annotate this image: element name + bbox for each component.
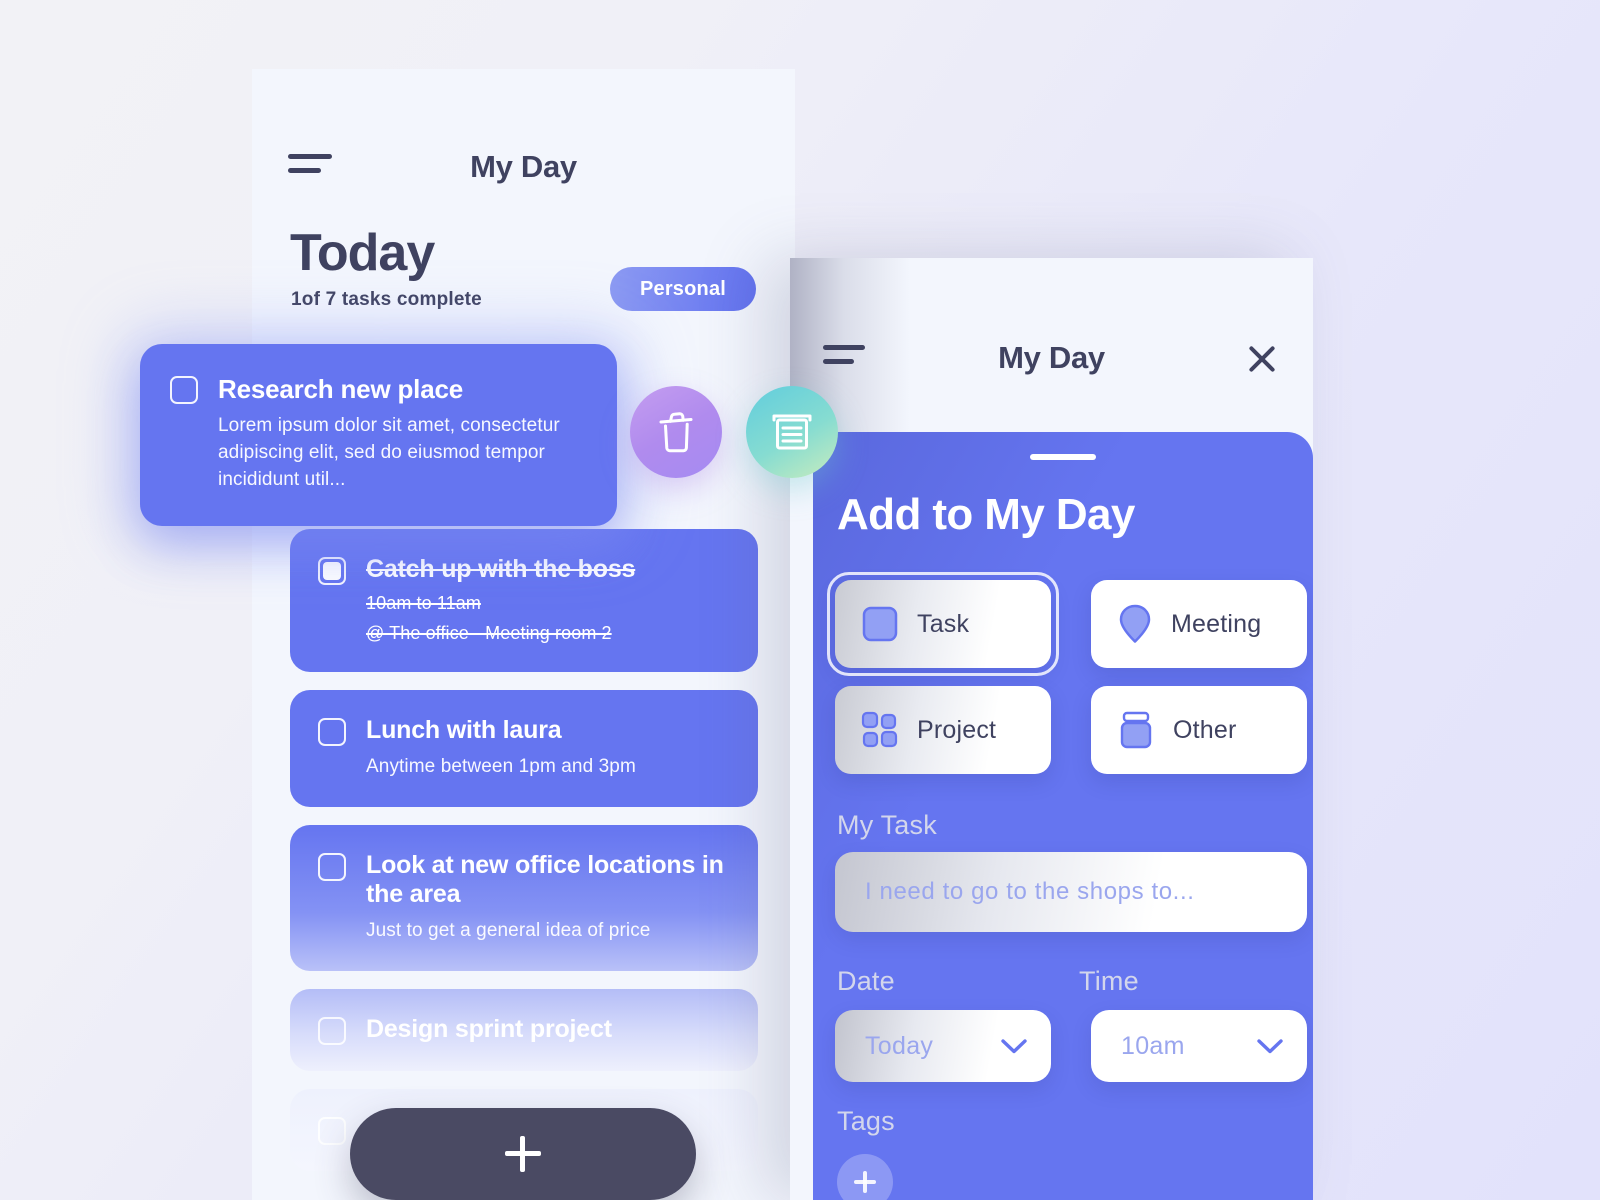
time-select[interactable]: 10am [1091, 1010, 1307, 1082]
add-to-my-day-screen: My Day Add to My Day Task Meeting Projec… [790, 258, 1313, 1200]
chevron-down-icon [1257, 1038, 1283, 1053]
table-row[interactable]: Lunch with laura Anytime between 1pm and… [290, 690, 758, 807]
category-pill[interactable]: Personal [610, 267, 756, 311]
task-title: Look at new office locations in the area [366, 850, 724, 909]
type-selector: Task Meeting Project Other [827, 572, 1307, 774]
plus-icon [854, 1171, 876, 1193]
task-checkbox[interactable] [318, 852, 346, 881]
archive-icon [772, 414, 812, 450]
close-icon[interactable] [1245, 342, 1279, 376]
task-input-placeholder: I need to go to the shops to... [865, 878, 1195, 905]
type-label: Project [917, 715, 997, 744]
chevron-down-icon [1001, 1038, 1027, 1053]
task-checkbox[interactable] [318, 718, 346, 747]
task-checkbox[interactable] [318, 557, 346, 585]
date-label: Date [837, 966, 895, 996]
task-title: Catch up with the boss [366, 555, 636, 583]
add-sheet: Add to My Day Task Meeting Project Other… [813, 432, 1313, 1200]
task-checkbox[interactable] [318, 1016, 346, 1045]
table-row[interactable]: Design sprint project [290, 988, 758, 1071]
progress-text: 1of 7 tasks complete [291, 289, 482, 310]
map-pin-icon [1119, 604, 1151, 643]
add-task-button[interactable] [350, 1108, 696, 1200]
grid-icon [861, 711, 898, 748]
plus-icon [505, 1136, 541, 1172]
my-day-list-screen: My Day Today 1of 7 tasks complete Person… [252, 69, 795, 1200]
type-label: Task [917, 609, 970, 638]
task-title: Lunch with laura [366, 716, 562, 745]
page-title: My Day [998, 340, 1105, 375]
task-list: Catch up with the boss 10am to 11am @ Th… [290, 529, 758, 1189]
task-input[interactable]: I need to go to the shops to... [835, 852, 1307, 932]
table-row[interactable]: Catch up with the boss 10am to 11am @ Th… [290, 529, 758, 673]
type-option-meeting[interactable]: Meeting [1091, 580, 1307, 668]
canvas: My Day Today 1of 7 tasks complete Person… [0, 0, 1600, 1200]
task-title: Research new place [218, 374, 463, 404]
page-title: My Day [470, 149, 577, 184]
task-subtitle: Just to get a general idea of price [366, 919, 651, 941]
time-label: Time [1079, 966, 1139, 996]
task-subtitle: Anytime between 1pm and 3pm [366, 755, 636, 777]
type-option-task[interactable]: Task [827, 572, 1059, 676]
my-task-label: My Task [837, 810, 937, 840]
today-heading: Today [290, 224, 435, 282]
task-checkbox[interactable] [170, 376, 198, 404]
archive-button[interactable] [746, 386, 838, 478]
date-select[interactable]: Today [835, 1010, 1051, 1082]
task-time: 10am to 11am [366, 592, 481, 613]
sheet-drag-handle[interactable] [1030, 454, 1096, 460]
table-row[interactable]: Look at new office locations in the area… [290, 824, 758, 971]
delete-button[interactable] [630, 386, 722, 478]
date-value: Today [865, 1031, 934, 1060]
task-checkbox[interactable] [318, 1116, 346, 1145]
type-label: Meeting [1171, 609, 1262, 638]
square-icon [862, 606, 898, 642]
trash-icon [659, 412, 693, 453]
box-icon [1120, 711, 1152, 749]
sheet-title: Add to My Day [837, 490, 1135, 539]
task-location: @ The office - Meeting room 2 [366, 623, 612, 644]
type-label: Other [1173, 715, 1237, 744]
tags-label: Tags [837, 1106, 895, 1136]
time-value: 10am [1121, 1031, 1185, 1060]
add-tag-button[interactable] [837, 1154, 893, 1200]
task-description: Lorem ipsum dolor sit amet, consectetur … [218, 414, 560, 490]
type-option-other[interactable]: Other [1091, 686, 1307, 774]
featured-task-card[interactable]: Research new place Lorem ipsum dolor sit… [140, 344, 617, 526]
type-option-project[interactable]: Project [835, 686, 1051, 774]
task-title: Design sprint project [366, 1014, 612, 1043]
